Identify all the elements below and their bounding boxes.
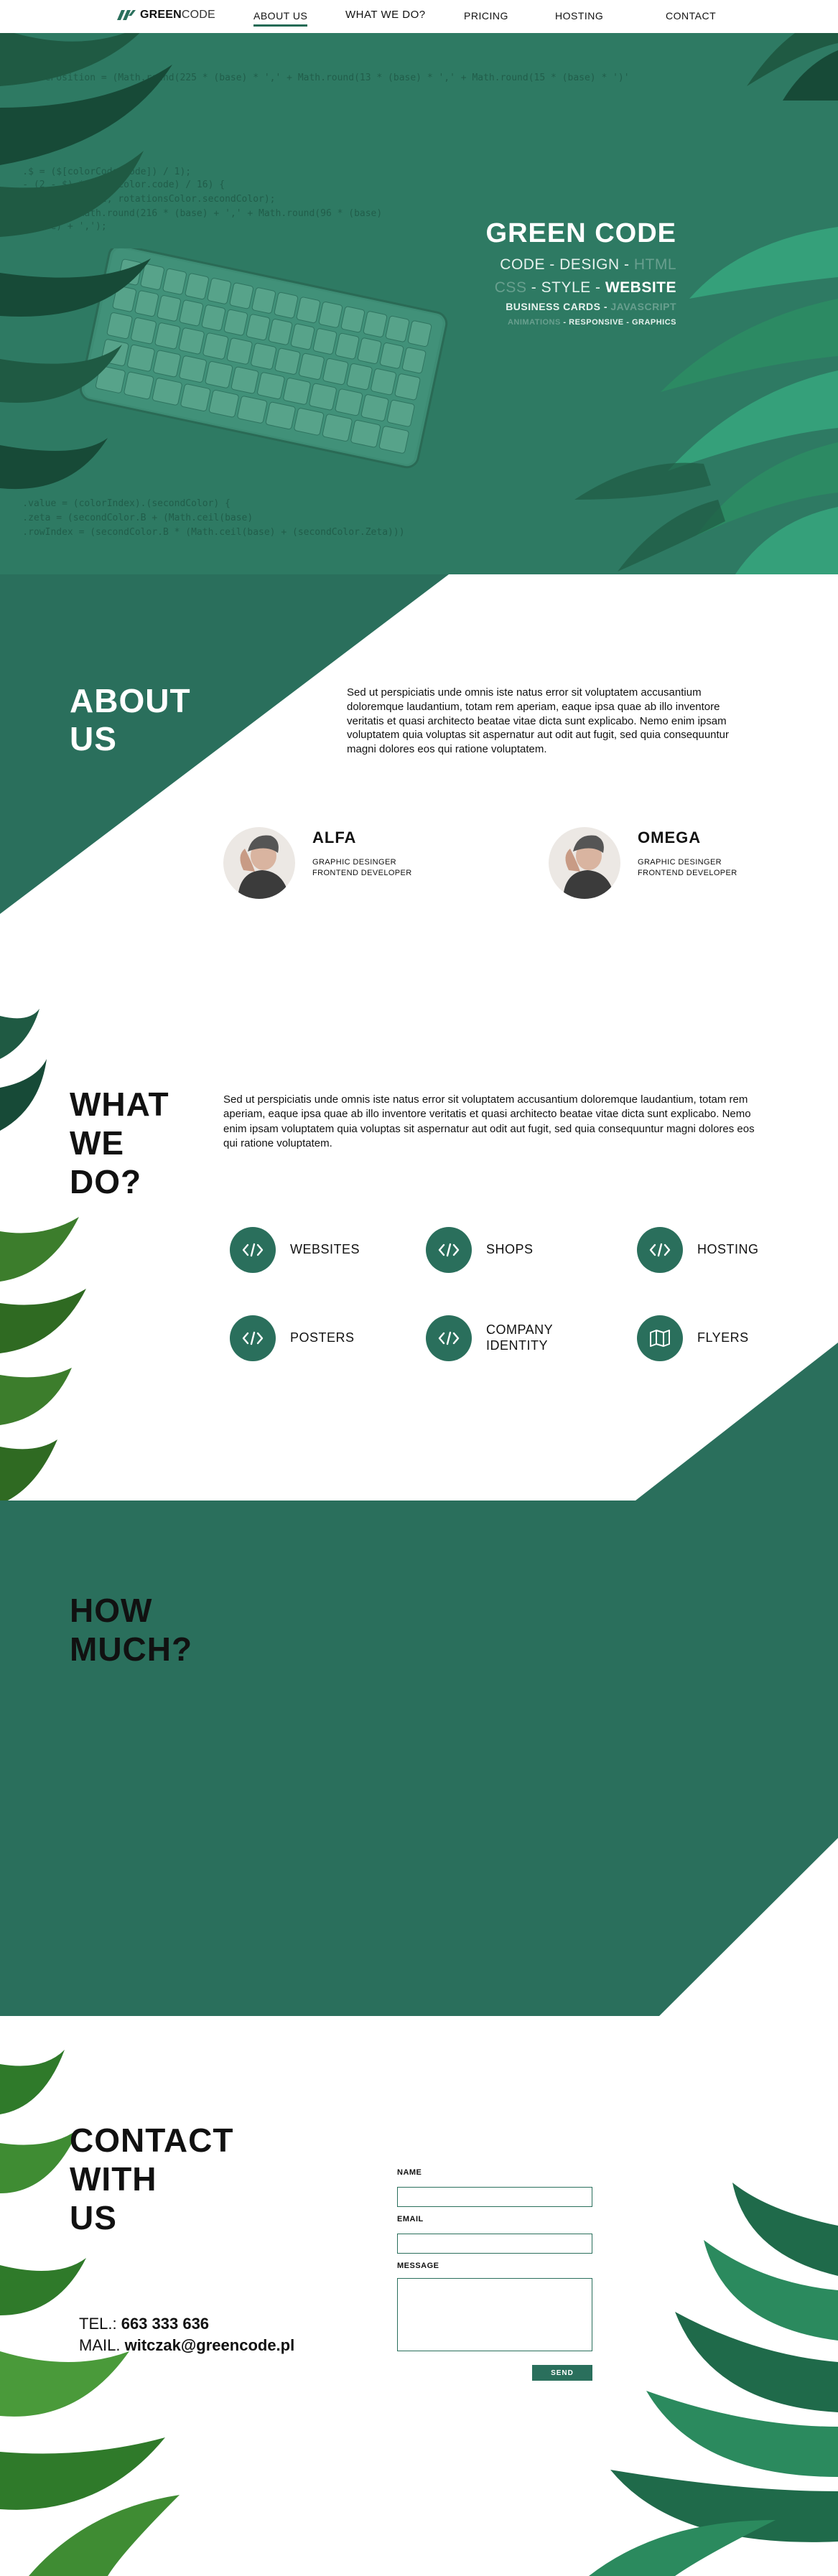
keyboard-key bbox=[394, 373, 421, 401]
send-button[interactable]: SEND bbox=[532, 2365, 592, 2381]
keyboard-key bbox=[296, 297, 321, 324]
hero-section: .movePosition = (Math.round(225 * (base)… bbox=[0, 33, 838, 574]
member-role: GRAPHIC DESINGER FRONTEND DEVELOPER bbox=[312, 858, 412, 877]
message-field[interactable] bbox=[397, 2278, 592, 2351]
hero-line-4: ANIMATIONS - RESPONSIVE - GRAPHICS bbox=[507, 318, 676, 327]
member-role: GRAPHIC DESINGER FRONTEND DEVELOPER bbox=[638, 858, 737, 877]
keyboard-key bbox=[309, 383, 337, 411]
service-websites[interactable]: WEBSITES bbox=[230, 1227, 360, 1273]
keyboard-key bbox=[385, 315, 410, 342]
service-label: WEBSITES bbox=[290, 1242, 360, 1257]
keyboard-key bbox=[237, 396, 268, 424]
what-text: Sed ut perspiciatis unde omnis iste natu… bbox=[223, 1093, 755, 1150]
about-text: Sed ut perspiciatis unde omnis iste natu… bbox=[347, 686, 730, 756]
email-field[interactable] bbox=[397, 2234, 592, 2254]
keyboard-key bbox=[360, 394, 389, 421]
how-much-title: HOW MUCH? bbox=[70, 1592, 193, 1668]
keyboard-key bbox=[318, 302, 343, 328]
message-label: MESSAGE bbox=[397, 2262, 439, 2270]
keyboard-key bbox=[378, 426, 409, 454]
about-title: ABOUT US bbox=[70, 682, 191, 757]
palm-leaf-left bbox=[0, 33, 172, 490]
member-name: OMEGA bbox=[638, 829, 702, 846]
nav-pricing[interactable]: PRICING bbox=[464, 10, 508, 22]
keyboard-key bbox=[371, 368, 396, 396]
keyboard-key bbox=[185, 273, 209, 300]
palm-leaf-top-right bbox=[747, 33, 838, 101]
nav-hosting[interactable]: HOSTING bbox=[555, 10, 603, 22]
nav-contact[interactable]: CONTACT bbox=[666, 10, 716, 22]
keyboard-key bbox=[322, 414, 353, 442]
keyboard-key bbox=[201, 304, 226, 331]
keyboard-key bbox=[223, 309, 248, 336]
hero-heading: GREEN CODE CODE - DESIGN - HTML CSS - ST… bbox=[486, 218, 676, 327]
team-member: OMEGA GRAPHIC DESINGER FRONTEND DEVELOPER bbox=[549, 827, 737, 899]
code-icon bbox=[230, 1227, 276, 1273]
keyboard-key bbox=[363, 311, 388, 337]
keyboard-key bbox=[205, 361, 233, 388]
keyboard-key bbox=[208, 389, 239, 418]
email-label: EMAIL bbox=[397, 2215, 424, 2223]
keyboard-key bbox=[350, 419, 381, 448]
keyboard-key bbox=[251, 287, 276, 314]
avatar bbox=[549, 827, 620, 899]
keyboard-key bbox=[407, 320, 432, 347]
hero-title: GREEN CODE bbox=[485, 218, 676, 248]
keyboard-key bbox=[290, 323, 315, 350]
what-title: WHAT WE DO? bbox=[70, 1086, 169, 1200]
keyboard-key bbox=[226, 337, 253, 365]
keyboard-key bbox=[246, 314, 271, 341]
logo[interactable]: GREENCODE bbox=[117, 9, 215, 22]
keyboard-key bbox=[251, 342, 276, 370]
contact-phone: TEL.: 663 333 636 bbox=[79, 2315, 210, 2333]
top-nav: GREENCODE ABOUT US WHAT WE DO? PRICING H… bbox=[0, 0, 838, 33]
keyboard-key bbox=[387, 399, 415, 427]
keyboard-key bbox=[401, 347, 427, 374]
keyboard-key bbox=[274, 347, 301, 375]
keyboard-key bbox=[231, 366, 259, 394]
service-label: HOSTING bbox=[697, 1242, 759, 1257]
keyboard-key bbox=[357, 337, 382, 365]
keyboard-key bbox=[229, 282, 253, 309]
nav-about-us[interactable]: ABOUT US bbox=[253, 10, 308, 27]
keyboard-key bbox=[335, 388, 363, 416]
service-label: SHOPS bbox=[486, 1242, 534, 1257]
nav-what-we-do[interactable]: WHAT WE DO? bbox=[345, 9, 426, 21]
keyboard-key bbox=[265, 401, 296, 430]
contact-info: TEL.: 663 333 636 MAIL. witczak@greencod… bbox=[79, 2313, 294, 2356]
service-shops[interactable]: SHOPS bbox=[426, 1227, 534, 1273]
contact-email: MAIL. witczak@greencode.pl bbox=[79, 2335, 295, 2354]
hero-line-1: CODE - DESIGN - HTML bbox=[500, 256, 676, 273]
code-icon bbox=[637, 1227, 683, 1273]
how-much-green-shape bbox=[0, 1343, 838, 2016]
keyboard-key bbox=[346, 363, 373, 391]
name-field[interactable] bbox=[397, 2187, 592, 2207]
keyboard-key bbox=[335, 332, 360, 360]
keyboard-key bbox=[268, 319, 293, 345]
code-icon bbox=[426, 1227, 472, 1273]
keyboard-key bbox=[312, 328, 337, 355]
keyboard-key bbox=[202, 332, 229, 360]
team-member: ALFA GRAPHIC DESINGER FRONTEND DEVELOPER bbox=[223, 827, 412, 899]
keyboard-key bbox=[294, 408, 325, 436]
hero-line-3: BUSINESS CARDS - JAVASCRIPT bbox=[506, 301, 676, 312]
name-label: NAME bbox=[397, 2168, 422, 2177]
logo-icon bbox=[117, 10, 136, 20]
keyboard-key bbox=[207, 278, 231, 304]
logo-text: GREENCODE bbox=[140, 9, 215, 21]
keyboard-key bbox=[322, 358, 349, 386]
keyboard-key bbox=[340, 306, 366, 333]
keyboard-key bbox=[274, 291, 299, 319]
avatar bbox=[223, 827, 295, 899]
keyboard-key bbox=[283, 378, 311, 405]
keyboard-key bbox=[257, 372, 285, 400]
member-name: ALFA bbox=[312, 829, 357, 846]
hero-line-2: CSS - STYLE - WEBSITE bbox=[494, 279, 676, 296]
keyboard-key bbox=[379, 342, 404, 369]
keyboard-key bbox=[299, 353, 325, 380]
contact-title: CONTACT WITH US bbox=[70, 2122, 234, 2236]
service-hosting[interactable]: HOSTING bbox=[637, 1227, 759, 1273]
